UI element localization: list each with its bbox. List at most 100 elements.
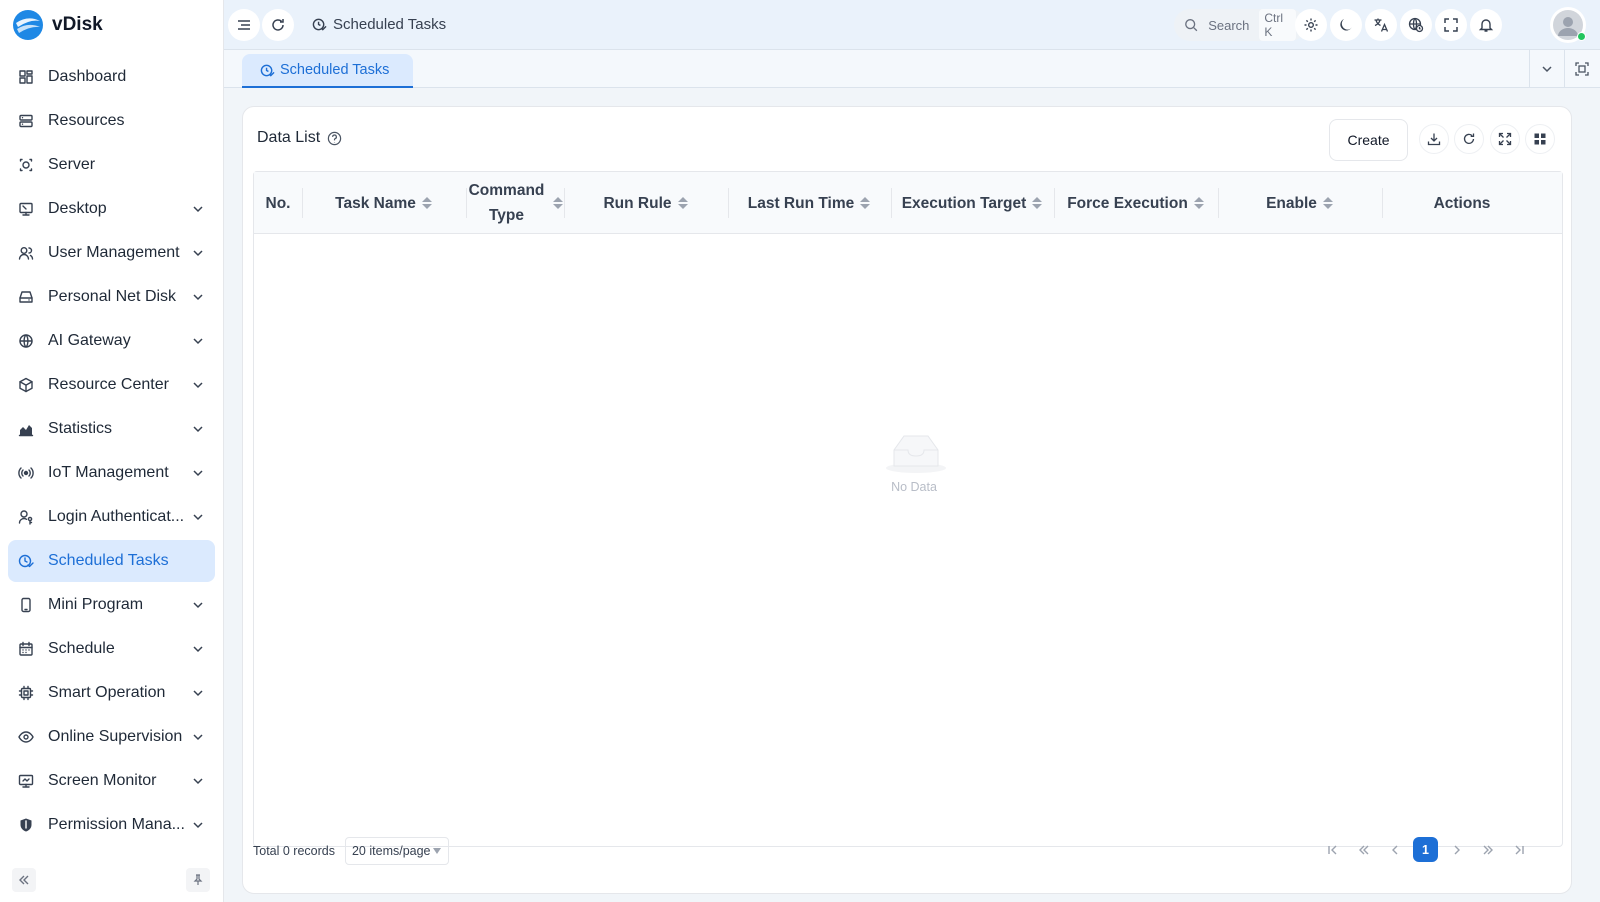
column-divider[interactable] [891, 188, 892, 218]
sort-icon[interactable] [1031, 195, 1043, 211]
sidebar-item-server[interactable]: Server [8, 144, 215, 186]
chevron-down-icon [193, 250, 203, 257]
sidebar-item-personal-net-disk[interactable]: Personal Net Disk [8, 276, 215, 318]
tab-maximize-button[interactable] [1564, 50, 1599, 87]
column-header-force-execution[interactable]: Force Execution [1054, 172, 1218, 234]
page-size-select[interactable]: 20 items/page [344, 837, 449, 865]
monitor-icon [18, 774, 34, 788]
export-button[interactable] [1419, 124, 1449, 154]
next-group-button[interactable] [1475, 837, 1500, 862]
empty-text: No Data [891, 480, 937, 494]
sort-icon[interactable] [1193, 195, 1205, 211]
breadcrumb: Scheduled Tasks [312, 16, 446, 33]
chevron-down-icon [193, 338, 203, 345]
sidebar-item-scheduled-tasks[interactable]: Scheduled Tasks [8, 540, 215, 582]
prev-group-button[interactable] [1351, 837, 1376, 862]
language-button[interactable] [1365, 9, 1397, 41]
chip-icon [18, 685, 34, 701]
column-divider[interactable] [1382, 188, 1383, 218]
refresh-page-button[interactable] [262, 9, 294, 41]
app-logo[interactable]: vDisk [12, 8, 103, 42]
sidebar: vDisk Dashboard Resources Server Desktop Use… [0, 0, 224, 902]
chevron-down-icon [193, 382, 203, 389]
first-page-button[interactable] [1320, 837, 1345, 862]
column-divider[interactable] [302, 188, 303, 218]
column-header-task-name[interactable]: Task Name [302, 172, 466, 234]
maximize-content-icon [1575, 61, 1589, 76]
search-placeholder: Search [1208, 17, 1250, 33]
sidebar-item-iot-management[interactable]: IoT Management [8, 452, 215, 494]
sidebar-item-dashboard[interactable]: Dashboard [8, 56, 215, 98]
next-page-button[interactable] [1444, 837, 1469, 862]
sidebar-item-label: Screen Monitor [48, 772, 157, 789]
sidebar-item-user-management[interactable]: User Management [8, 232, 215, 274]
column-header-label: Force Execution [1067, 194, 1188, 212]
sidebar-item-resource-center[interactable]: Resource Center [8, 364, 215, 406]
column-header-label: Command Type [467, 178, 547, 228]
sort-icon[interactable] [677, 195, 689, 211]
sidebar-item-schedule[interactable]: Schedule [8, 628, 215, 670]
global-search[interactable]: Search Ctrl K [1174, 9, 1306, 41]
fullscreen-button[interactable] [1435, 9, 1467, 41]
sort-icon[interactable] [421, 195, 433, 211]
caret-down-icon [432, 848, 441, 854]
tab-menu-button[interactable] [1529, 50, 1564, 87]
search-icon [1185, 19, 1198, 32]
column-header-enable[interactable]: Enable [1218, 172, 1382, 234]
column-divider[interactable] [466, 188, 467, 218]
sidebar-item-label: Dashboard [48, 68, 127, 85]
sidebar-item-screen-monitor[interactable]: Screen Monitor [8, 760, 215, 802]
prev-page-button[interactable] [1382, 837, 1407, 862]
table-fullscreen-button[interactable] [1490, 124, 1520, 154]
column-header-command-type[interactable]: Command Type [466, 172, 564, 234]
chevron-down-icon [193, 514, 203, 521]
sidebar-item-online-supervision[interactable]: Online Supervision [8, 716, 215, 758]
timezone-button[interactable] [1400, 9, 1432, 41]
notifications-button[interactable] [1470, 9, 1502, 41]
sidebar-item-permission-mana[interactable]: Permission Mana... [8, 804, 215, 846]
sidebar-item-mini-program[interactable]: Mini Program [8, 584, 215, 626]
page-number-current[interactable]: 1 [1413, 837, 1438, 862]
collapse-sidebar-button[interactable] [12, 868, 36, 892]
sort-icon[interactable] [859, 195, 871, 211]
column-header-execution-target[interactable]: Execution Target [891, 172, 1054, 234]
sidebar-item-label: Login Authenticat... [48, 508, 185, 525]
disk-icon [19, 291, 33, 303]
menu-toggle-button[interactable] [228, 9, 260, 41]
column-header-no: No. [254, 172, 302, 234]
theme-toggle-button[interactable] [1330, 9, 1362, 41]
sort-icon[interactable] [552, 195, 564, 211]
column-header-last-run-time[interactable]: Last Run Time [728, 172, 891, 234]
data-table: No. Task Name Command Type Run Rule Last Run… [253, 171, 1563, 847]
column-divider[interactable] [1054, 188, 1055, 218]
pin-sidebar-button[interactable] [186, 868, 210, 892]
column-divider[interactable] [564, 188, 565, 218]
clock-check-icon [260, 64, 275, 77]
sidebar-item-statistics[interactable]: Statistics [8, 408, 215, 450]
sidebar-item-login-authenticat[interactable]: Login Authenticat... [8, 496, 215, 538]
online-status-dot [1577, 32, 1586, 41]
sidebar-item-label: Resources [48, 112, 125, 129]
column-divider[interactable] [1218, 188, 1219, 218]
sidebar-item-ai-gateway[interactable]: AI Gateway [8, 320, 215, 362]
user-avatar[interactable] [1550, 7, 1586, 43]
create-button[interactable]: Create [1329, 119, 1408, 161]
sidebar-item-desktop[interactable]: Desktop [8, 188, 215, 230]
grid-layout-icon [1534, 133, 1546, 145]
column-header-run-rule[interactable]: Run Rule [564, 172, 728, 234]
column-header-label: Run Rule [603, 194, 672, 212]
users-icon [18, 247, 34, 260]
sidebar-item-smart-operation[interactable]: Smart Operation [8, 672, 215, 714]
sidebar-item-label: Smart Operation [48, 684, 166, 701]
reload-table-button[interactable] [1454, 124, 1484, 154]
column-divider[interactable] [728, 188, 729, 218]
help-icon[interactable] [327, 131, 342, 146]
sidebar-item-resources[interactable]: Resources [8, 100, 215, 142]
last-page-button[interactable] [1506, 837, 1531, 862]
settings-button[interactable] [1295, 9, 1327, 41]
gear-icon [1304, 18, 1318, 32]
tab-scheduled-tasks[interactable]: Scheduled Tasks [242, 54, 413, 88]
cube-icon [19, 377, 33, 393]
sort-icon[interactable] [1322, 195, 1334, 211]
column-settings-button[interactable] [1525, 124, 1555, 154]
